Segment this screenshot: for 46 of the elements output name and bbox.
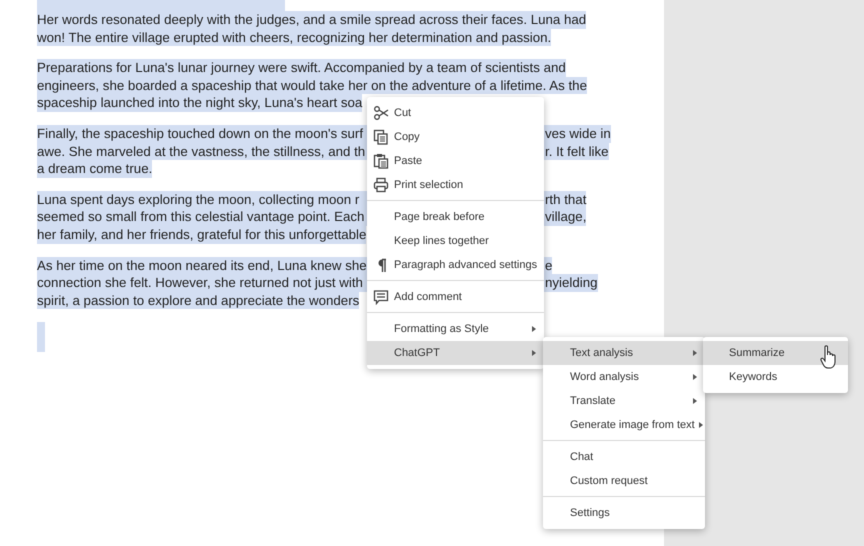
menu-item[interactable]: Page break before [367,205,544,229]
text-line: Finally, the spaceship touched down on the moon's surf [37,126,364,141]
paste-icon [373,153,389,169]
text-line: Her words resonated deeply with the judges, and a smile spread across their faces. Luna had [37,12,586,27]
menu-item[interactable]: ChatGPT [367,341,544,365]
comment-icon [373,289,389,305]
text-line: As her time on the moon neared its end, Luna knew she [37,258,367,273]
text-line: r. It felt like [545,144,609,159]
menu-item[interactable]: Summarize [703,341,848,365]
menu-item[interactable]: Keep lines together [367,229,544,253]
text-line: spirit, a passion to explore and appreciate the wonders [37,292,360,308]
text-line: awe. She marveled at the vastness, the stillness, and th [37,144,366,159]
text-line: her family, and her friends, grateful for this unforgettable [37,226,366,242]
menu-item[interactable]: Word analysis [543,365,705,389]
text-line: connection she felt. However, she returned not just with [37,275,363,290]
menu-item[interactable]: Add comment [367,285,544,309]
menu-item[interactable]: Custom request [543,469,705,493]
text-line: Preparations for Luna's lunar journey were swift. Accompanied by a team of scientists and [37,60,566,76]
text-line: seemed so small from this celestial vantage point. Each [37,209,364,224]
text-line: ves wide in [545,126,611,141]
menu-item[interactable]: Generate image from text [543,413,705,437]
text-line: nyielding [545,275,598,290]
menu-item[interactable]: Settings [543,501,705,525]
menu-item[interactable]: Keywords [703,365,848,389]
text-line: a dream come true. [37,161,152,176]
text-line: Luna spent days exploring the moon, collecting moon r [37,192,360,207]
menu-item[interactable]: Copy [367,125,544,149]
menu-item[interactable]: Paste [367,149,544,173]
menu-item[interactable]: Translate [543,389,705,413]
selection-highlight [37,322,45,352]
text-line: e [545,258,552,273]
text-line: engineers, she boarded a spaceship that would take her on the adventure of a lifetime. As the [37,78,587,93]
text-line: village, [545,209,586,224]
text-line: rth that [545,192,586,207]
menu-item[interactable]: Chat [543,445,705,469]
menu-item[interactable]: Cut [367,101,544,125]
hand-cursor-icon [820,345,838,369]
text-line: won! The entire village erupted with cheers, recognizing her determination and passion. [37,30,552,45]
scissors-icon [373,105,389,121]
text-line: spaceship launched into the night sky, Luna's heart soa [37,95,362,110]
copy-icon [373,129,389,145]
menu-item[interactable]: Text analysis [543,341,705,365]
printer-icon [373,177,389,193]
menu-item[interactable]: Formatting as Style [367,317,544,341]
menu-item[interactable]: Print selection [367,173,544,197]
menu-item[interactable]: Paragraph advanced settings [367,253,544,277]
